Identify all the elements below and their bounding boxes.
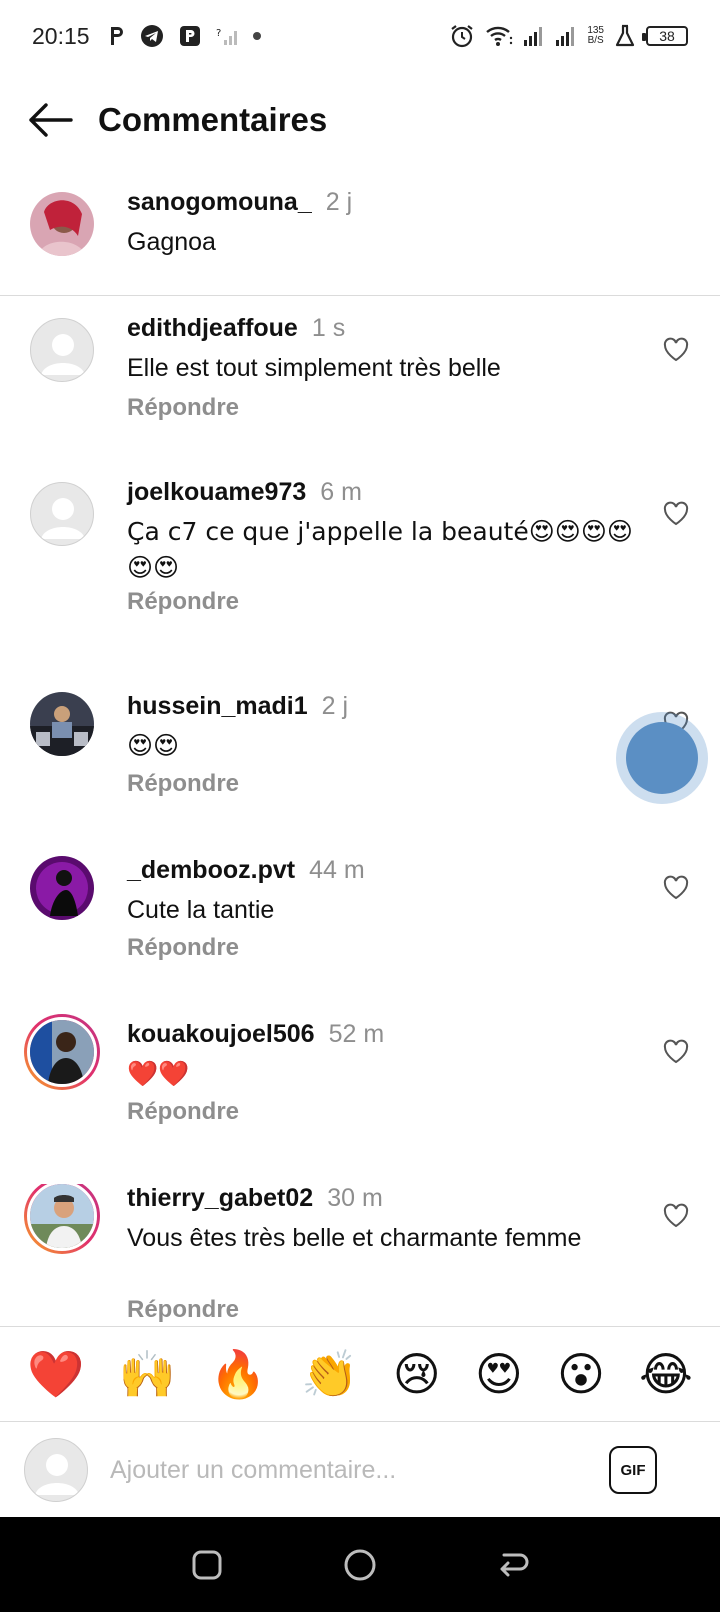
comment-time: 6 m bbox=[320, 478, 362, 506]
page-title: Commentaires bbox=[98, 101, 328, 138]
caption-text: Gagnoa bbox=[127, 228, 216, 256]
signal-icon-2 bbox=[555, 25, 577, 47]
emoji-raised-hands-button[interactable]: 🙌 bbox=[118, 1346, 175, 1402]
comment-time: 2 j bbox=[321, 692, 349, 720]
avatar[interactable] bbox=[30, 856, 94, 920]
back-button[interactable] bbox=[20, 90, 80, 150]
network-speed: 135 B/S bbox=[587, 26, 604, 46]
comment-time: 44 m bbox=[309, 856, 365, 884]
comment-item: kouakoujoel506 52 m ❤️❤️ Répondre bbox=[0, 1014, 720, 1130]
username-text[interactable]: thierry_gabet02 bbox=[127, 1184, 313, 1212]
p-icon bbox=[108, 25, 126, 47]
username-text[interactable]: _dembooz.pvt bbox=[127, 856, 295, 884]
comment-item: thierry_gabet02 30 m Vous êtes très belle… bbox=[0, 1184, 720, 1326]
username-text[interactable]: sanogomouna_ bbox=[127, 188, 312, 216]
username-text[interactable]: edithdjeaffoue bbox=[127, 314, 298, 342]
alarm-icon bbox=[449, 23, 475, 49]
emoji-heart-button[interactable]: ❤️ bbox=[27, 1346, 84, 1402]
username-text[interactable]: joelkouame973 bbox=[127, 478, 306, 506]
comment-item: joelkouame973 6 m Ça c7 ce que j'appelle … bbox=[0, 478, 720, 628]
heart-icon[interactable] bbox=[662, 500, 690, 528]
home-button[interactable] bbox=[340, 1545, 380, 1585]
comment-username[interactable]: thierry_gabet02 30 m bbox=[127, 1184, 383, 1213]
caption-time: 2 j bbox=[325, 188, 353, 216]
emoji-sad-button[interactable]: 😢 bbox=[393, 1346, 441, 1402]
comment-text: Vous êtes très belle et charmante femme bbox=[127, 1224, 582, 1252]
emoji-laughing-button[interactable]: 😂 bbox=[639, 1346, 693, 1402]
touch-indicator bbox=[616, 712, 708, 804]
dot-icon bbox=[252, 31, 262, 41]
avatar[interactable] bbox=[24, 1184, 100, 1254]
gif-button[interactable]: GIF bbox=[609, 1446, 657, 1494]
heart-icon[interactable] bbox=[662, 1038, 690, 1066]
comment-item: edithdjeaffoue 1 s Elle est tout simpleme… bbox=[0, 314, 720, 434]
comment-input-bar: GIF bbox=[0, 1423, 720, 1517]
avatar[interactable] bbox=[30, 482, 94, 546]
reply-button[interactable]: Répondre bbox=[127, 770, 239, 798]
heart-icon[interactable] bbox=[662, 336, 690, 364]
back-nav-button[interactable] bbox=[493, 1545, 533, 1585]
p-box-icon bbox=[178, 24, 202, 48]
reply-button[interactable]: Répondre bbox=[127, 934, 239, 962]
emoji-heart-eyes-button[interactable]: 😍 bbox=[475, 1346, 523, 1402]
status-bar: 20:15 ? 135 B/S 38 bbox=[0, 0, 720, 72]
avatar[interactable] bbox=[30, 192, 94, 256]
comment-text: Ça c7 ce que j'appelle la beauté😍😍😍😍😍😍 bbox=[127, 517, 633, 582]
reply-button[interactable]: Répondre bbox=[127, 394, 239, 422]
recent-apps-button[interactable] bbox=[187, 1545, 227, 1585]
comment-text: 😍😍 bbox=[127, 731, 180, 760]
battery-icon: 38 bbox=[642, 26, 688, 46]
emoji-surprised-button[interactable]: 😮 bbox=[557, 1346, 605, 1402]
username-text[interactable]: kouakoujoel506 bbox=[127, 1020, 315, 1048]
comment-username[interactable]: joelkouame973 6 m bbox=[127, 478, 362, 507]
navigation-bar bbox=[0, 1517, 720, 1612]
post-caption: sanogomouna_ 2 j Gagnoa bbox=[0, 188, 720, 296]
comment-username[interactable]: kouakoujoel506 52 m bbox=[127, 1020, 384, 1049]
square-icon bbox=[192, 1550, 222, 1579]
avatar[interactable] bbox=[24, 1014, 100, 1090]
wifi-icon bbox=[485, 24, 513, 48]
telegram-icon bbox=[140, 24, 164, 48]
status-time: 20:15 bbox=[32, 22, 90, 49]
circle-icon bbox=[344, 1549, 376, 1580]
caption-username[interactable]: sanogomouna_ 2 j bbox=[127, 188, 352, 217]
arrow-left-icon bbox=[29, 103, 73, 137]
comment-username[interactable]: edithdjeaffoue 1 s bbox=[127, 314, 345, 343]
comment-text: ❤️❤️ bbox=[127, 1059, 190, 1088]
emoji-reaction-bar: ❤️ 🙌 🔥 👏 😢 😍 😮 😂 bbox=[0, 1326, 720, 1422]
emoji-clap-button[interactable]: 👏 bbox=[301, 1346, 358, 1402]
avatar[interactable] bbox=[30, 318, 94, 382]
comment-input[interactable] bbox=[110, 1445, 590, 1495]
comment-username[interactable]: _dembooz.pvt 44 m bbox=[127, 856, 365, 885]
header: Commentaires bbox=[0, 80, 720, 160]
avatar bbox=[24, 1438, 88, 1502]
emoji-fire-button[interactable]: 🔥 bbox=[210, 1346, 267, 1402]
username-text[interactable]: hussein_madi1 bbox=[127, 692, 308, 720]
reply-button[interactable]: Répondre bbox=[127, 1296, 239, 1324]
reply-button[interactable]: Répondre bbox=[127, 1098, 239, 1126]
heart-icon[interactable] bbox=[662, 874, 690, 902]
comment-time: 1 s bbox=[311, 314, 346, 342]
heart-icon[interactable] bbox=[662, 1202, 690, 1230]
comment-username[interactable]: hussein_madi1 2 j bbox=[127, 692, 348, 721]
comment-item: hussein_madi1 2 j 😍😍 Répondre bbox=[0, 692, 720, 802]
comment-text: Cute la tantie bbox=[127, 896, 275, 924]
back-arrow-icon bbox=[500, 1553, 529, 1576]
lab-icon bbox=[614, 24, 636, 48]
comment-text: Elle est tout simplement très belle bbox=[127, 354, 501, 382]
svg-text:?: ? bbox=[216, 28, 221, 39]
speed-unit: B/S bbox=[587, 35, 604, 46]
signal-icon bbox=[523, 25, 545, 47]
comment-time: 52 m bbox=[328, 1020, 385, 1048]
comment-time: 30 m bbox=[327, 1184, 383, 1212]
no-signal-icon: ? bbox=[216, 26, 238, 46]
avatar[interactable] bbox=[30, 692, 94, 756]
comment-item: _dembooz.pvt 44 m Cute la tantie Répondre bbox=[0, 856, 720, 966]
reply-button[interactable]: Répondre bbox=[127, 588, 239, 616]
